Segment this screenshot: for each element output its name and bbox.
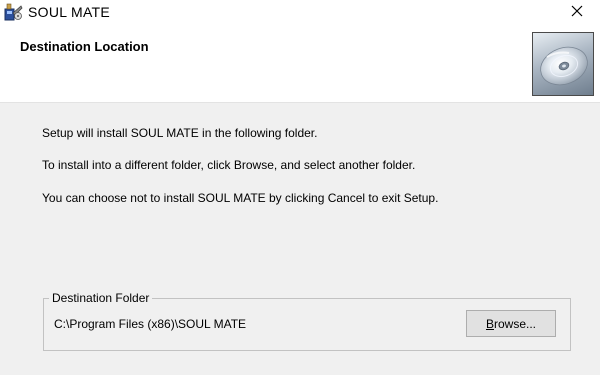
browse-button[interactable]: Browse... [466,310,556,337]
info-text-cancel: You can choose not to install SOUL MATE … [42,191,439,205]
browse-mnemonic: B [485,316,494,331]
page-title: Destination Location [20,39,149,54]
close-icon [571,4,583,22]
close-button[interactable] [554,0,600,26]
title-bar[interactable]: SOUL MATE [0,0,600,26]
destination-folder-label: Destination Folder [49,291,153,305]
window-title: SOUL MATE [28,4,111,20]
browse-label: rowse... [494,316,537,331]
info-text-install-location: Setup will install SOUL MATE in the foll… [42,126,318,140]
cd-disc-icon [532,32,594,96]
installer-window: SOUL MATE Destination Location Setup wil… [0,0,600,375]
destination-path-text: C:\Program Files (x86)\SOUL MATE [54,317,247,331]
info-text-change-folder: To install into a different folder, clic… [42,158,416,172]
installer-app-icon [4,3,24,21]
wizard-header: Destination Location [0,26,600,103]
header-separator [0,102,600,104]
